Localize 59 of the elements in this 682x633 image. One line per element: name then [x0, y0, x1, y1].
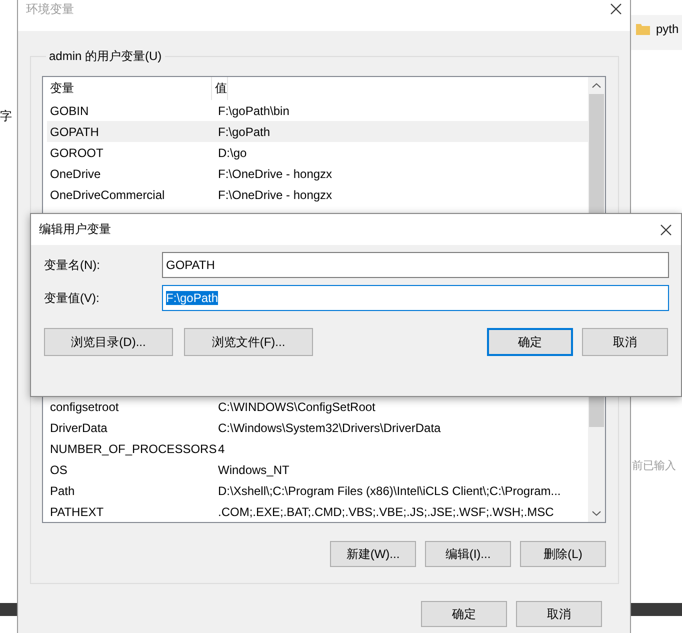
- window-title: 环境变量: [26, 0, 74, 18]
- close-icon[interactable]: [610, 3, 622, 15]
- list-row[interactable]: OneDriveCommercial F:\OneDrive - hongzx: [47, 184, 588, 205]
- variable-name-cell-text: PATHEXT: [49, 504, 105, 518]
- list-action-button[interactable]: 编辑(I)...: [425, 541, 511, 567]
- variable-value-cell-text: F:\OneDrive - hongzx: [217, 188, 332, 202]
- input-field[interactable]: F:\goPath: [162, 285, 669, 311]
- background-tab[interactable]: pyth: [656, 22, 679, 36]
- variable-name-cell-text: GOBIN: [49, 104, 90, 118]
- variable-value-cell-text: F:\goPath\bin: [217, 104, 290, 118]
- variable-name-cell-text: Path: [49, 484, 76, 498]
- variable-name-cell-text: DriverData: [49, 420, 108, 434]
- dialog-title: 编辑用户变量: [39, 221, 111, 238]
- variable-name-cell-text: GOPATH: [49, 124, 100, 138]
- variable-value-cell-text: F:\OneDrive - hongzx: [217, 166, 332, 180]
- group-label: admin 的用户变量(U): [48, 48, 163, 65]
- list-action-button[interactable]: 删除(L): [520, 541, 606, 567]
- scroll-up-icon[interactable]: [592, 83, 601, 88]
- scroll-down-icon[interactable]: [592, 511, 601, 516]
- list-action-button[interactable]: 新建(W)...: [330, 541, 416, 567]
- field-label: 变量名(N):: [44, 256, 101, 274]
- list-row[interactable]: GOROOT D:\go: [47, 142, 588, 163]
- column-header[interactable]: 值: [212, 77, 228, 100]
- variable-value-cell-text: 4: [217, 442, 225, 456]
- variable-value-cell-text: Windows_NT: [217, 462, 290, 476]
- variable-value-cell-text: C:\WINDOWS\ConfigSetRoot: [217, 400, 376, 414]
- dialog-button[interactable]: 确定: [421, 601, 507, 627]
- variable-value-cell-text: C:\Windows\System32\Drivers\DriverData: [217, 420, 441, 434]
- folder-icon: [636, 22, 650, 36]
- background-hint-text: 前已输入: [632, 459, 676, 473]
- variable-name-cell-text: NUMBER_OF_PROCESSORS: [49, 442, 215, 456]
- variable-name-cell-text: configsetroot: [49, 400, 120, 414]
- variable-value-cell-text: D:\go: [217, 146, 247, 160]
- input-field[interactable]: GOPATH: [162, 252, 669, 278]
- list-row[interactable]: OneDrive F:\OneDrive - hongzx: [47, 163, 588, 184]
- list-row[interactable]: GOPATH F:\goPath: [47, 121, 588, 142]
- list-row[interactable]: Path D:\Xshell\;C:\Program Files (x86)\Intel\iCLS Client\;C:\Program...: [47, 480, 588, 501]
- variable-name-cell-text: OS: [49, 462, 68, 476]
- list-row[interactable]: DriverData C:\Windows\System32\Drivers\DriverData: [47, 417, 588, 438]
- variable-value-cell-text: .COM;.EXE;.BAT;.CMD;.VBS;.VBE;.JS;.JSE;.WSF;.WSH;.MSC: [217, 504, 554, 518]
- browse-button[interactable]: 浏览目录(D)...: [44, 328, 173, 356]
- variable-name-cell-text: OneDriveCommercial: [49, 188, 166, 202]
- background-text: 字: [0, 108, 12, 125]
- list-row[interactable]: GOBIN F:\goPath\bin: [47, 100, 588, 121]
- list-row[interactable]: OS Windows_NT: [47, 459, 588, 480]
- variable-name-cell-text: OneDrive: [49, 166, 102, 180]
- variable-value-cell-text: D:\Xshell\;C:\Program Files (x86)\Intel\iCLS Client\;C:\Program...: [217, 484, 561, 498]
- browse-button[interactable]: 浏览文件(F)...: [184, 328, 313, 356]
- dialog-button[interactable]: 取消: [516, 601, 602, 627]
- dialog-button[interactable]: 取消: [582, 328, 668, 356]
- list-row[interactable]: PATHEXT .COM;.EXE;.BAT;.CMD;.VBS;.VBE;.JS;.JSE;.WSF;.WSH;.MSC: [47, 501, 588, 522]
- variable-value-cell-text: F:\goPath: [217, 124, 270, 138]
- close-icon[interactable]: [660, 224, 672, 236]
- list-row[interactable]: configsetroot C:\WINDOWS\ConfigSetRoot: [47, 396, 588, 417]
- column-header[interactable]: 变量: [47, 77, 212, 100]
- list-row[interactable]: NUMBER_OF_PROCESSORS4: [47, 438, 588, 459]
- field-label: 变量值(V):: [44, 290, 100, 306]
- variable-name-cell-text: GOROOT: [49, 146, 104, 160]
- dialog-button[interactable]: 确定: [487, 328, 573, 356]
